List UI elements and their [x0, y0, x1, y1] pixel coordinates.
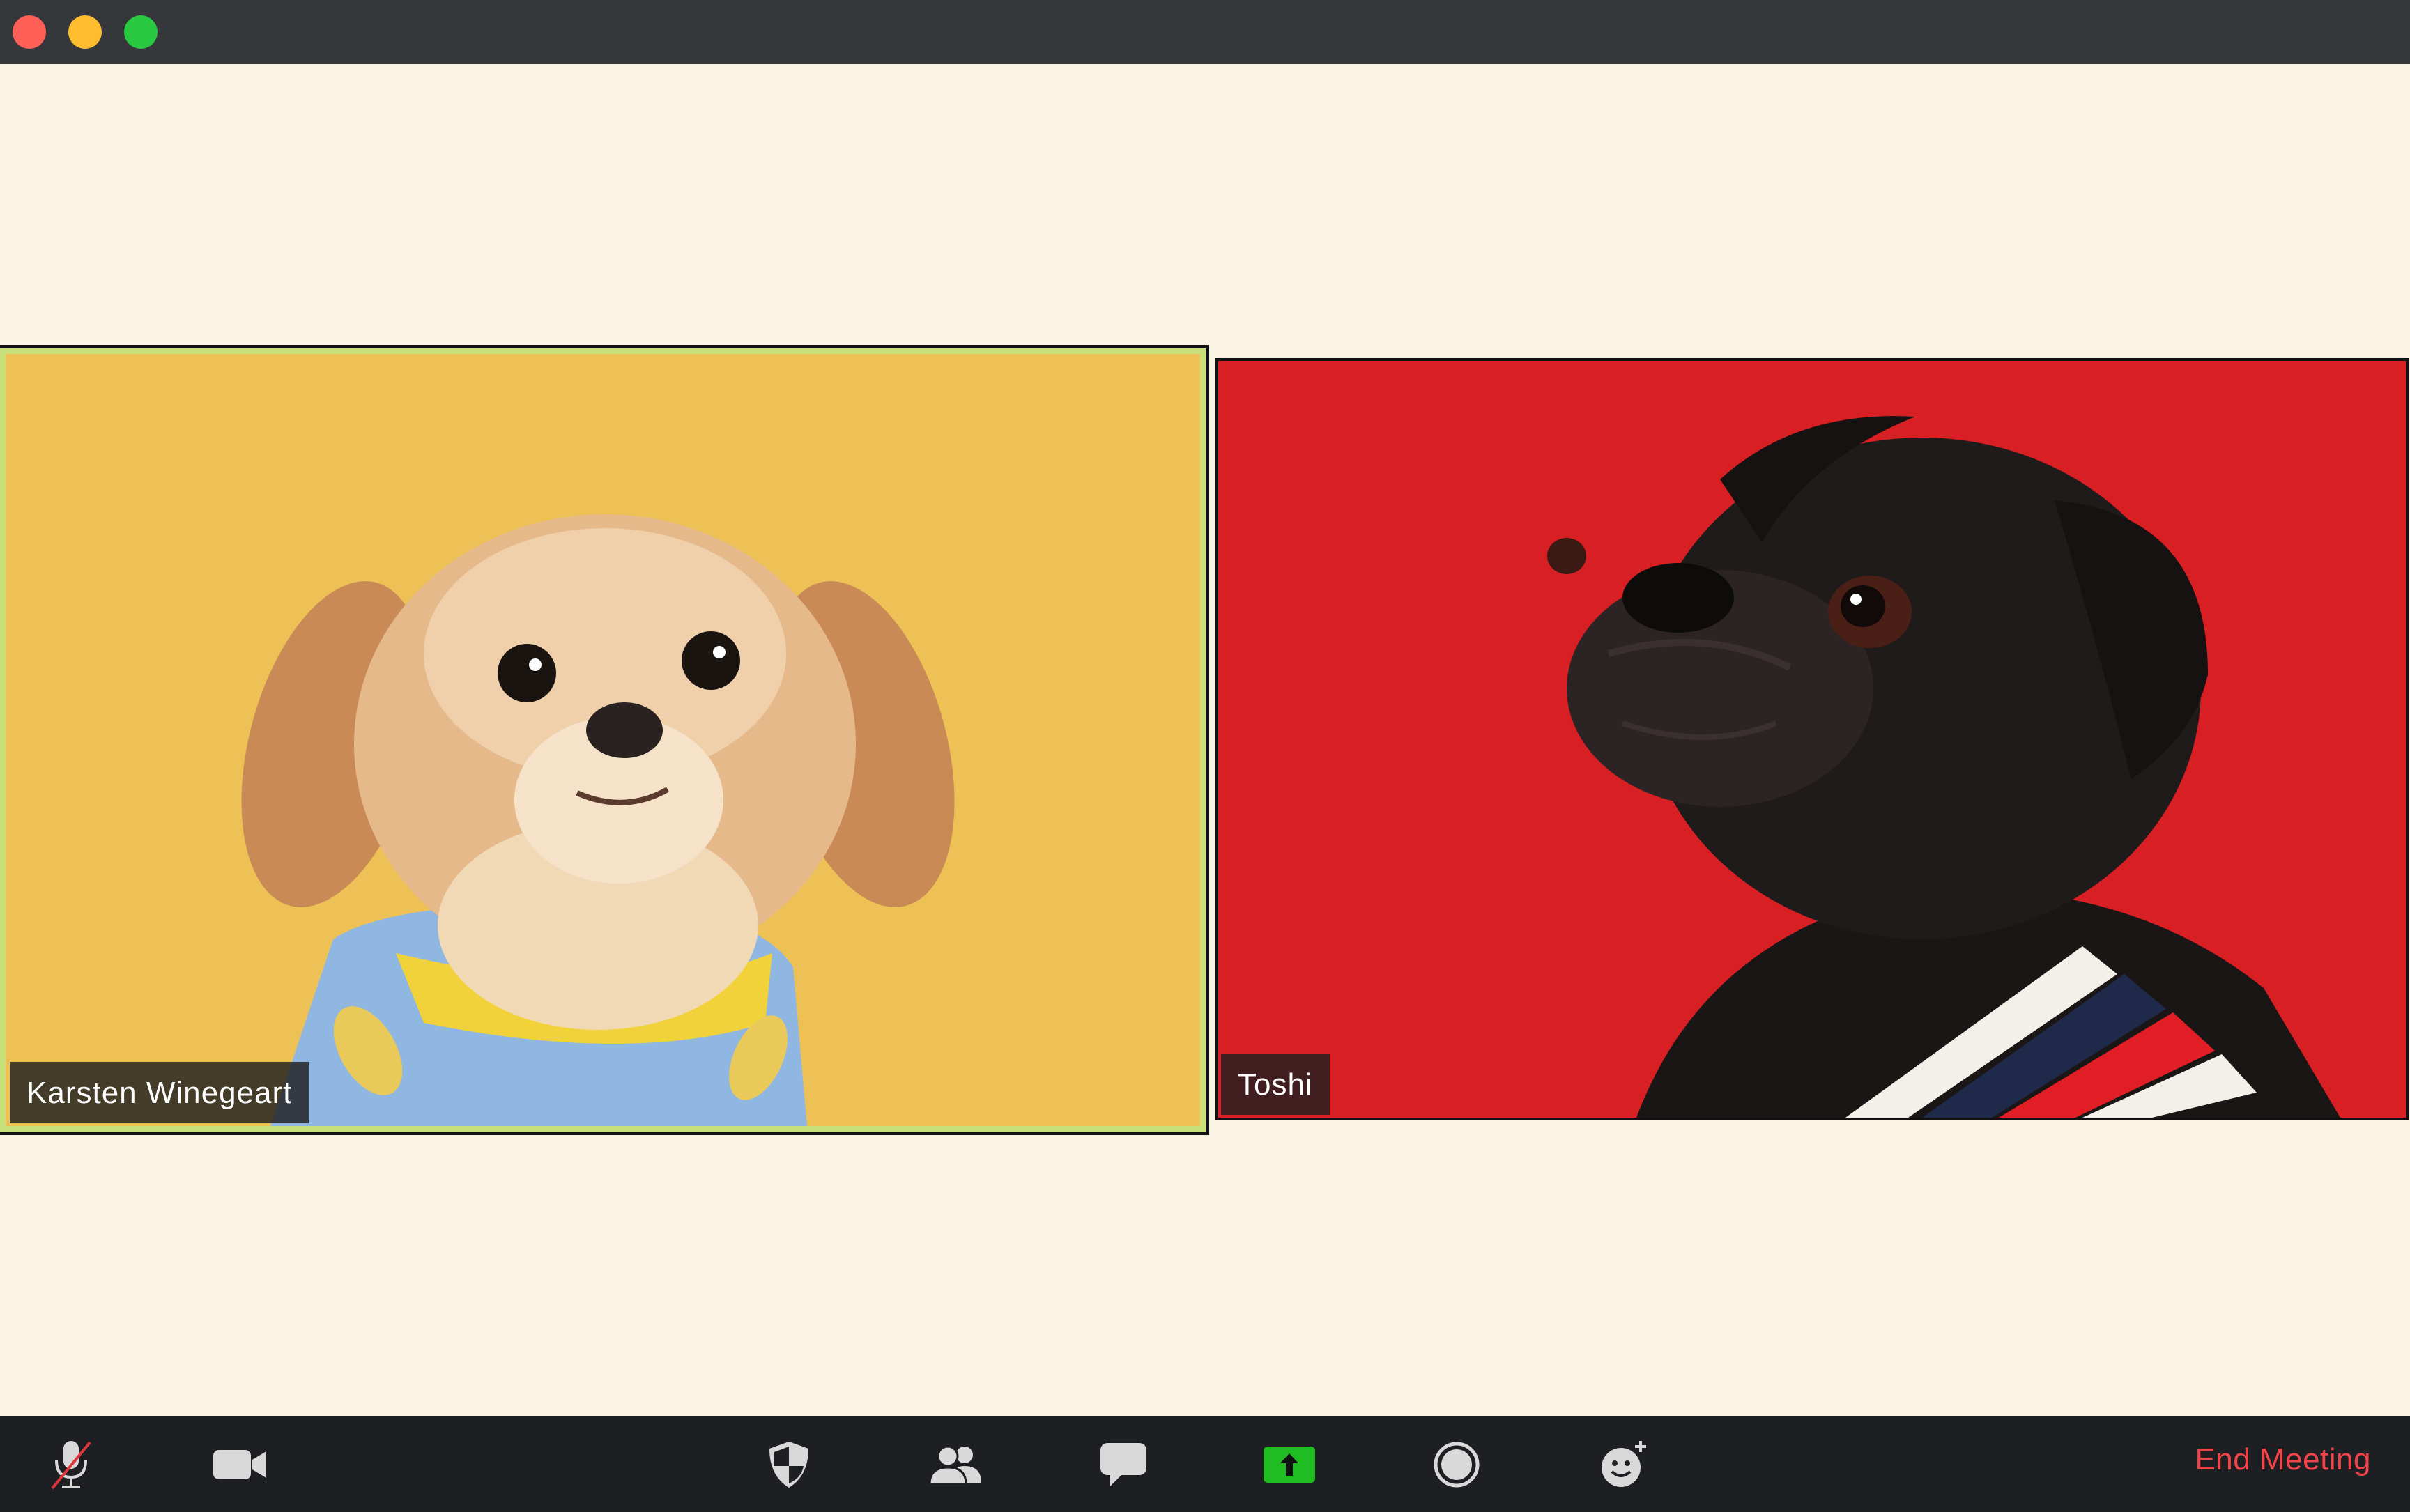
video-tile-karsten[interactable]: Karsten Winegeart — [0, 345, 1209, 1135]
video-camera-icon — [213, 1450, 266, 1479]
reaction-smile-icon — [1602, 1441, 1646, 1487]
video-button[interactable] — [206, 1437, 273, 1492]
participant-name-label: Toshi — [1221, 1054, 1330, 1115]
video-tile-toshi[interactable]: Toshi — [1215, 358, 2409, 1120]
people-icon — [928, 1445, 981, 1486]
shield-icon — [769, 1442, 808, 1488]
participants-button[interactable] — [923, 1437, 990, 1492]
dog-video-feed-image — [6, 354, 1200, 1126]
window-title-bar — [0, 0, 2410, 64]
participant-name-label: Karsten Winegeart — [10, 1062, 309, 1123]
pug-video-feed-image — [1218, 361, 2406, 1118]
chat-bubble-icon — [1100, 1443, 1146, 1486]
record-icon — [1434, 1442, 1480, 1488]
security-button[interactable] — [755, 1437, 822, 1492]
window-maximize-button[interactable] — [124, 15, 158, 49]
mute-button[interactable] — [38, 1437, 105, 1492]
share-screen-icon — [1264, 1447, 1315, 1483]
share-screen-button[interactable] — [1256, 1437, 1323, 1492]
microphone-muted-icon — [51, 1441, 91, 1490]
chat-button[interactable] — [1090, 1437, 1157, 1492]
meeting-toolbar: End Meeting — [0, 1416, 2410, 1512]
window-close-button[interactable] — [13, 15, 46, 49]
window-minimize-button[interactable] — [68, 15, 102, 49]
reactions-button[interactable] — [1590, 1437, 1657, 1492]
end-meeting-button[interactable]: End Meeting — [2195, 1442, 2371, 1477]
record-button[interactable] — [1423, 1437, 1490, 1492]
